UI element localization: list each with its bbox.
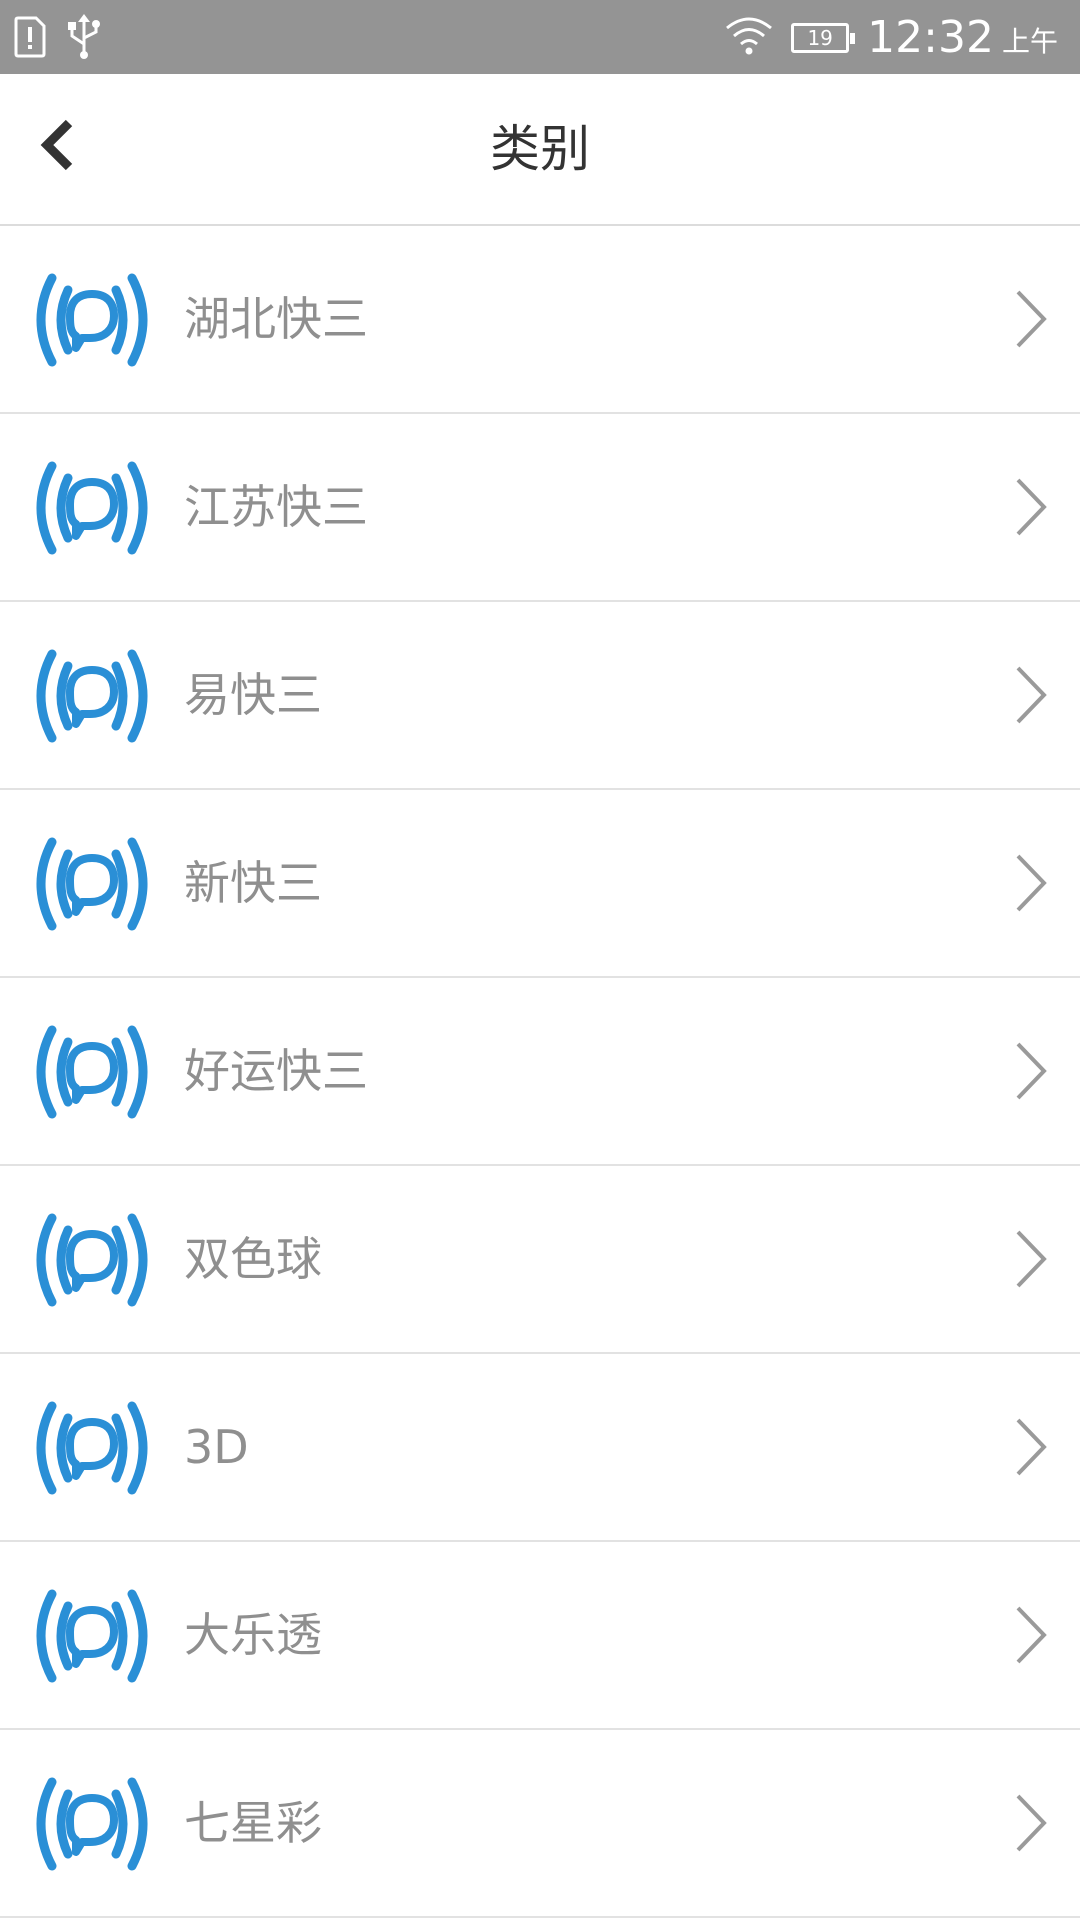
alert-icon <box>14 16 46 62</box>
nav-bar: 类别 <box>0 74 1080 226</box>
chevron-right-icon <box>1010 1038 1050 1104</box>
status-ampm: 上午 <box>1001 25 1058 58</box>
category-list: 湖北快三 江苏快三 易快三 新快三 好运快三 双色球 3D 大乐透 七星彩 <box>0 226 1080 1918</box>
list-item-label: 3D <box>184 1420 249 1474</box>
list-item-label: 大乐透 <box>184 1608 322 1662</box>
list-item-label: 湖北快三 <box>184 292 368 346</box>
page-title: 类别 <box>490 120 590 178</box>
list-item[interactable]: 新快三 <box>0 790 1080 978</box>
chevron-right-icon <box>1010 1790 1050 1856</box>
broadcast-chat-icon <box>30 1584 154 1688</box>
list-item-label: 好运快三 <box>184 1044 368 1098</box>
list-item-label: 江苏快三 <box>184 480 368 534</box>
chevron-right-icon <box>1010 1414 1050 1480</box>
list-item[interactable]: 江苏快三 <box>0 414 1080 602</box>
chevron-right-icon <box>1010 1602 1050 1668</box>
list-item[interactable]: 3D <box>0 1354 1080 1542</box>
broadcast-chat-icon <box>30 1772 154 1876</box>
status-bar-right: 19 12:32 上午 <box>725 8 1058 68</box>
list-item[interactable]: 易快三 <box>0 602 1080 790</box>
wifi-icon <box>725 16 773 60</box>
chevron-right-icon <box>1010 850 1050 916</box>
battery-icon: 19 <box>791 23 856 53</box>
usb-icon <box>64 14 104 64</box>
list-item[interactable]: 双色球 <box>0 1166 1080 1354</box>
list-item[interactable]: 七星彩 <box>0 1730 1080 1918</box>
chevron-right-icon <box>1010 474 1050 540</box>
broadcast-chat-icon <box>30 1208 154 1312</box>
chevron-right-icon <box>1010 662 1050 728</box>
list-item[interactable]: 湖北快三 <box>0 226 1080 414</box>
broadcast-chat-icon <box>30 1020 154 1124</box>
broadcast-chat-icon <box>30 644 154 748</box>
broadcast-chat-icon <box>30 1396 154 1500</box>
chevron-right-icon <box>1010 286 1050 352</box>
status-bar-left <box>14 14 104 64</box>
broadcast-chat-icon <box>30 456 154 560</box>
list-item-label: 七星彩 <box>184 1796 322 1850</box>
broadcast-chat-icon <box>30 832 154 936</box>
list-item[interactable]: 大乐透 <box>0 1542 1080 1730</box>
broadcast-chat-icon <box>30 268 154 372</box>
status-time: 12:32 <box>867 12 994 63</box>
list-item[interactable]: 好运快三 <box>0 978 1080 1166</box>
chevron-right-icon <box>1010 1226 1050 1292</box>
list-item-label: 易快三 <box>184 668 322 722</box>
battery-level: 19 <box>807 26 833 50</box>
status-bar: 19 12:32 上午 <box>0 0 1080 74</box>
list-item-label: 新快三 <box>184 856 322 910</box>
list-item-label: 双色球 <box>184 1232 322 1286</box>
